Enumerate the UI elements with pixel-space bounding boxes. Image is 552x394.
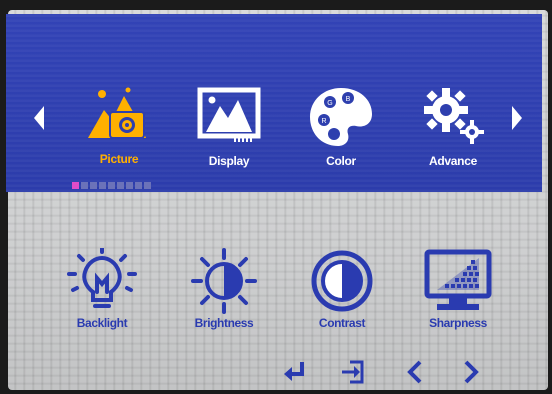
exit-icon[interactable]: [340, 358, 366, 386]
tab-color[interactable]: G B R Color: [292, 84, 390, 194]
sharpness-icon: [424, 249, 492, 310]
lightbulb-icon: [67, 248, 137, 308]
tab-picture[interactable]: Picture: [70, 82, 168, 192]
page-indicator: [72, 182, 151, 192]
svg-text:G: G: [327, 100, 332, 107]
page-dot: [99, 182, 106, 189]
scroll-right-arrow-icon[interactable]: [508, 104, 526, 132]
submenu-item-sharpness[interactable]: Sharpness: [408, 248, 508, 346]
display-icon: [197, 87, 261, 142]
page-dot: [72, 182, 79, 189]
svg-text:B: B: [346, 96, 351, 103]
page-dot: [108, 182, 115, 189]
enter-icon[interactable]: [282, 358, 308, 386]
tab-display[interactable]: Display: [180, 84, 278, 194]
contrast-icon: [311, 250, 373, 312]
previous-icon[interactable]: [402, 358, 428, 386]
gear-icon: [424, 88, 484, 144]
submenu-label: Sharpness: [429, 316, 487, 330]
svg-text:R: R: [321, 118, 326, 125]
submenu-item-backlight[interactable]: Backlight: [52, 248, 152, 346]
sun-icon: [191, 248, 257, 314]
page-dot: [144, 182, 151, 189]
tab-label: Display: [208, 154, 250, 168]
scroll-left-arrow-icon[interactable]: [30, 104, 48, 132]
tab-label: Advance: [429, 154, 477, 168]
page-dot: [135, 182, 142, 189]
color-palette-icon: G B R: [310, 88, 372, 146]
submenu-item-contrast[interactable]: Contrast: [292, 248, 392, 346]
submenu-item-brightness[interactable]: Brightness: [174, 248, 274, 346]
tab-label: Picture: [99, 152, 139, 166]
tab-label: Color: [326, 154, 356, 168]
tab-advance[interactable]: Advance: [404, 84, 502, 194]
page-dot: [90, 182, 97, 189]
page-dot: [117, 182, 124, 189]
submenu-label: Contrast: [318, 316, 366, 330]
picture-icon: [88, 87, 146, 139]
next-icon[interactable]: [458, 358, 484, 386]
page-dot: [126, 182, 133, 189]
page-dot: [81, 182, 88, 189]
submenu-label: Brightness: [194, 316, 254, 330]
submenu-label: Backlight: [76, 316, 128, 330]
